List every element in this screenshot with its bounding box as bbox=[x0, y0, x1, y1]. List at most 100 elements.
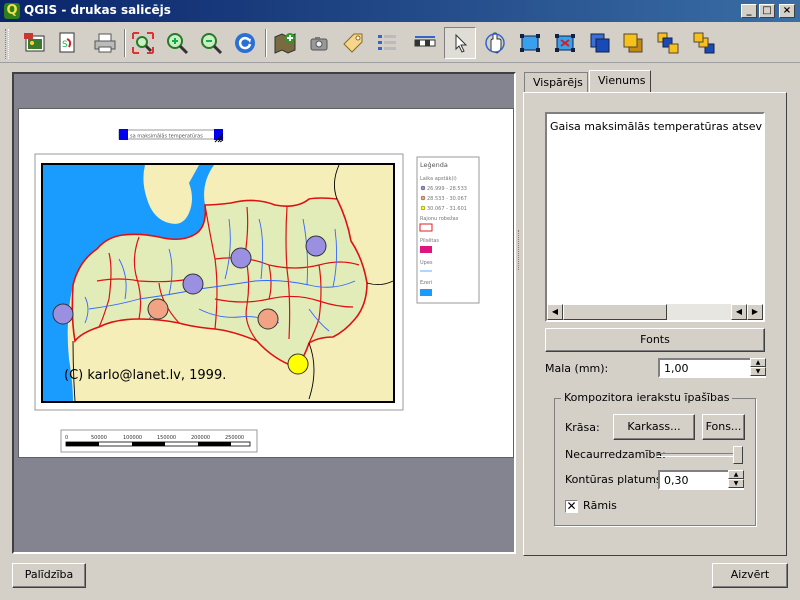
station-point[interactable] bbox=[182, 273, 204, 295]
legend-layer-rivers: Upes bbox=[420, 260, 433, 266]
transparency-label: Necaurredzamība: bbox=[565, 448, 666, 461]
label-item-text: sa maksimālās temperatūras bbox=[130, 134, 203, 140]
close-window-button[interactable]: × bbox=[779, 4, 795, 18]
scalebar-label: 150000 bbox=[157, 435, 176, 441]
composer-canvas[interactable]: sa maksimālās temperatūras (C) karlo@lan… bbox=[12, 72, 516, 554]
map-item[interactable]: (C) karlo@lanet.lv, 1999. bbox=[34, 153, 404, 411]
zoom-in-icon[interactable] bbox=[161, 27, 193, 59]
scroll-left-icon[interactable]: ◀ bbox=[547, 304, 563, 320]
horizontal-scrollbar[interactable]: ◀ ◀ ▶ bbox=[547, 304, 763, 320]
move-content-icon[interactable] bbox=[479, 27, 511, 59]
export-svg-icon[interactable]: S bbox=[51, 27, 83, 59]
composition-svg: sa maksimālās temperatūras (C) karlo@lan… bbox=[34, 129, 480, 453]
legend-item[interactable]: Leģenda Laika apstāk(i) 26.999 - 28.533 … bbox=[416, 156, 480, 304]
legend-symbol bbox=[420, 205, 426, 211]
window-title: QGIS - drukas salicējs bbox=[24, 3, 171, 17]
composer-toolbar: S bbox=[0, 23, 800, 63]
label-text-editor[interactable]: Gaisa maksimālās temperatūras atsevišķās… bbox=[545, 112, 765, 322]
scroll-left-icon[interactable]: ◀ bbox=[731, 304, 747, 320]
toolbar-separator bbox=[265, 29, 267, 57]
toolbar-grip[interactable] bbox=[5, 29, 9, 59]
tab-general[interactable]: Vispārējs bbox=[524, 72, 588, 92]
background-color-button[interactable]: Fons... bbox=[702, 414, 745, 440]
close-button[interactable]: Aizvērt bbox=[712, 563, 788, 588]
scalebar-label: 250000 bbox=[225, 435, 244, 441]
outline-width-spinbox[interactable]: 0,30 ▲ ▼ bbox=[658, 470, 744, 490]
spin-down-icon[interactable]: ▼ bbox=[728, 479, 744, 488]
transparency-slider-handle[interactable] bbox=[733, 446, 743, 464]
legend-symbol bbox=[420, 185, 426, 191]
frame-color-button[interactable]: Karkass... bbox=[613, 414, 695, 440]
legend-layer-weather: Laika apstāk(i) bbox=[420, 176, 457, 182]
title-bar: Q QGIS - drukas salicējs _ □ × bbox=[0, 0, 800, 22]
svg-text:S: S bbox=[62, 40, 68, 50]
ungroup-icon[interactable] bbox=[549, 27, 581, 59]
legend-class-2: 28.533 - 30.067 bbox=[427, 196, 467, 202]
label-item[interactable]: sa maksimālās temperatūras bbox=[118, 129, 224, 143]
group-title: Kompozitora ierakstu īpašības bbox=[561, 391, 733, 404]
help-button[interactable]: Palīdzība bbox=[12, 563, 86, 588]
station-point[interactable] bbox=[52, 303, 74, 325]
scroll-right-icon[interactable]: ▶ bbox=[747, 304, 763, 320]
add-label-icon[interactable] bbox=[337, 27, 369, 59]
station-point[interactable] bbox=[147, 298, 169, 320]
map-copyright: (C) karlo@lanet.lv, 1999. bbox=[64, 368, 226, 383]
move-top-icon[interactable] bbox=[652, 27, 684, 59]
scalebar-label: 200000 bbox=[191, 435, 210, 441]
scalebar-item[interactable]: 0 50000 100000 150000 200000 250000 bbox=[60, 429, 258, 453]
frame-checkbox-label: Rāmis bbox=[583, 499, 617, 512]
group-icon[interactable] bbox=[514, 27, 546, 59]
add-legend-icon[interactable] bbox=[371, 27, 403, 59]
add-map-icon[interactable] bbox=[269, 27, 301, 59]
composer-paper[interactable]: sa maksimālās temperatūras (C) karlo@lan… bbox=[18, 108, 514, 458]
legend-symbol bbox=[420, 289, 432, 296]
margin-spinbox[interactable]: 1,00 ▲ ▼ bbox=[658, 358, 766, 378]
minimize-button[interactable]: _ bbox=[741, 4, 757, 18]
legend-layer-districts: Rajonu robežas bbox=[420, 215, 459, 222]
zoom-full-icon[interactable] bbox=[127, 27, 159, 59]
add-scalebar-icon[interactable] bbox=[409, 27, 441, 59]
station-point[interactable] bbox=[305, 235, 327, 257]
station-point[interactable] bbox=[287, 353, 309, 375]
print-icon[interactable] bbox=[89, 27, 121, 59]
spin-up-icon[interactable]: ▲ bbox=[728, 470, 744, 479]
label-text-content: Gaisa maksimālās temperatūras atsevišķās… bbox=[550, 120, 765, 133]
color-label: Krāsa: bbox=[565, 421, 600, 434]
legend-class-1: 26.999 - 28.533 bbox=[427, 186, 467, 192]
select-move-icon[interactable] bbox=[444, 27, 476, 59]
margin-label: Mala (mm): bbox=[545, 362, 609, 375]
tab-item[interactable]: Vienums bbox=[589, 70, 651, 93]
toolbar-separator bbox=[124, 29, 126, 57]
scroll-thumb[interactable] bbox=[563, 304, 667, 320]
legend-symbol bbox=[419, 223, 433, 232]
legend-layer-cities: Pilsētas bbox=[420, 238, 439, 244]
legend-layer-lakes: Ezeri bbox=[420, 280, 432, 286]
transparency-slider[interactable] bbox=[656, 453, 742, 457]
margin-value: 1,00 bbox=[664, 362, 689, 375]
legend-title: Leģenda bbox=[420, 161, 448, 169]
station-point[interactable] bbox=[257, 308, 279, 330]
spin-up-icon[interactable]: ▲ bbox=[750, 358, 766, 367]
scalebar-label: 100000 bbox=[123, 435, 142, 441]
maximize-button[interactable]: □ bbox=[759, 4, 775, 18]
frame-checkbox[interactable]: ✕ bbox=[565, 500, 578, 513]
outline-width-label: Kontūras platums bbox=[565, 473, 662, 486]
refresh-icon[interactable] bbox=[229, 27, 261, 59]
fonts-button[interactable]: Fonts bbox=[545, 328, 765, 352]
move-bottom-icon[interactable] bbox=[688, 27, 720, 59]
legend-symbol bbox=[420, 246, 432, 253]
zoom-out-icon[interactable] bbox=[195, 27, 227, 59]
qgis-logo-icon: Q bbox=[4, 3, 20, 19]
scalebar-label: 50000 bbox=[91, 435, 107, 441]
splitter-handle[interactable] bbox=[518, 230, 521, 270]
add-image-icon[interactable] bbox=[303, 27, 335, 59]
scalebar-label: 0 bbox=[65, 435, 68, 441]
legend-symbol bbox=[420, 195, 426, 201]
export-image-icon[interactable] bbox=[19, 27, 51, 59]
raise-icon[interactable] bbox=[584, 27, 616, 59]
lower-icon[interactable] bbox=[617, 27, 649, 59]
legend-class-3: 30.067 - 31.601 bbox=[427, 206, 467, 212]
spin-down-icon[interactable]: ▼ bbox=[750, 367, 766, 376]
station-point[interactable] bbox=[230, 247, 252, 269]
composer-window: Q QGIS - drukas salicējs _ □ × S sa maks… bbox=[0, 0, 800, 600]
